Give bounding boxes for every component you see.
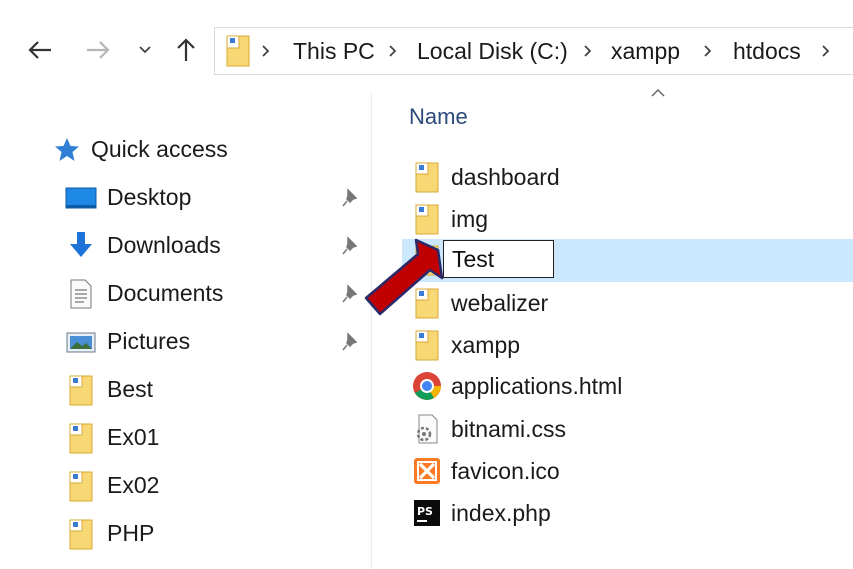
file-name: index.php bbox=[451, 500, 551, 526]
pin-icon[interactable] bbox=[340, 187, 362, 209]
breadcrumb-local-disk[interactable]: Local Disk (C:) bbox=[417, 28, 568, 74]
file-name: bitnami.css bbox=[451, 416, 567, 442]
pin-icon[interactable] bbox=[340, 331, 362, 353]
chevron-right-icon bbox=[389, 45, 397, 57]
pin-icon[interactable] bbox=[340, 283, 362, 305]
file-name: favicon.ico bbox=[451, 458, 560, 484]
recent-locations-button[interactable] bbox=[134, 32, 156, 68]
xampp-icon bbox=[414, 458, 440, 484]
file-name: applications.html bbox=[451, 373, 623, 399]
sidebar-item-downloads[interactable]: Downloads bbox=[64, 225, 364, 265]
file-row-applications-html[interactable]: applications.html bbox=[402, 365, 853, 407]
folder-icon bbox=[415, 162, 439, 193]
document-icon bbox=[70, 279, 92, 309]
sidebar-item-label: PHP bbox=[107, 519, 155, 546]
phpstorm-icon: PS bbox=[414, 500, 440, 526]
up-button[interactable] bbox=[170, 32, 202, 68]
sidebar-item-label: Desktop bbox=[107, 183, 192, 210]
chevron-right-icon bbox=[584, 45, 592, 57]
arrow-left-icon bbox=[28, 41, 51, 59]
file-row-dashboard[interactable]: dashboard bbox=[402, 156, 853, 198]
svg-text:PS: PS bbox=[417, 505, 433, 518]
sidebar-item-documents[interactable]: Documents bbox=[64, 273, 364, 313]
sidebar-quick-access[interactable]: Quick access bbox=[52, 129, 332, 169]
download-icon bbox=[70, 232, 92, 257]
column-header-name[interactable]: Name bbox=[409, 104, 468, 130]
sidebar-item-label: Ex02 bbox=[107, 471, 160, 498]
pin-icon[interactable] bbox=[340, 235, 362, 257]
breadcrumb-separator[interactable] bbox=[261, 28, 271, 74]
folder-icon bbox=[415, 204, 439, 235]
sidebar-item-ex02[interactable]: Ex02 bbox=[64, 465, 324, 505]
sidebar-item-php[interactable]: PHP bbox=[64, 513, 324, 553]
sidebar-item-desktop[interactable]: Desktop bbox=[64, 177, 364, 217]
breadcrumb-separator[interactable] bbox=[703, 28, 713, 74]
folder-icon bbox=[69, 519, 93, 550]
pane-divider[interactable] bbox=[371, 92, 372, 569]
sidebar-quick-access-label: Quick access bbox=[91, 135, 228, 162]
chevron-down-icon bbox=[139, 46, 151, 54]
css-file-icon bbox=[416, 414, 438, 444]
folder-icon bbox=[69, 471, 93, 502]
file-name: dashboard bbox=[451, 164, 560, 190]
file-row-favicon-ico[interactable]: favicon.ico bbox=[402, 450, 853, 492]
sidebar-item-label: Documents bbox=[107, 279, 224, 306]
breadcrumb-separator[interactable] bbox=[388, 28, 398, 74]
back-button[interactable] bbox=[22, 32, 58, 68]
file-row-xampp[interactable]: xampp bbox=[402, 324, 853, 366]
sidebar-item-best[interactable]: Best bbox=[64, 369, 324, 409]
sidebar-item-label: Pictures bbox=[107, 327, 191, 354]
desktop-icon bbox=[65, 187, 97, 209]
forward-button[interactable] bbox=[80, 32, 116, 68]
chevron-right-icon bbox=[262, 45, 270, 57]
breadcrumb-this-pc[interactable]: This PC bbox=[293, 28, 375, 74]
star-icon bbox=[55, 138, 79, 161]
breadcrumb-separator[interactable] bbox=[821, 28, 831, 74]
file-name: img bbox=[451, 206, 489, 232]
file-name: webalizer bbox=[451, 290, 549, 316]
folder-icon bbox=[415, 330, 439, 361]
file-row-bitnami-css[interactable]: bitnami.css bbox=[402, 408, 853, 450]
breadcrumb-separator[interactable] bbox=[583, 28, 593, 74]
chrome-icon bbox=[413, 372, 441, 400]
file-name: xampp bbox=[451, 332, 521, 358]
arrow-right-icon bbox=[87, 41, 110, 59]
breadcrumb-xampp[interactable]: xampp bbox=[611, 28, 680, 74]
sidebar-item-pictures[interactable]: Pictures bbox=[64, 321, 364, 361]
folder-icon bbox=[226, 35, 250, 67]
address-bar[interactable]: This PC Local Disk (C:) xampp htdocs bbox=[214, 27, 853, 75]
file-row-img[interactable]: img bbox=[402, 198, 853, 240]
annotation-arrow-icon bbox=[364, 238, 444, 316]
file-row-index-php[interactable]: PS index.php bbox=[402, 492, 853, 534]
file-row-webalizer[interactable]: webalizer bbox=[402, 282, 853, 324]
folder-icon bbox=[69, 423, 93, 454]
sidebar-item-ex01[interactable]: Ex01 bbox=[64, 417, 324, 457]
sidebar-item-label: Downloads bbox=[107, 231, 221, 258]
sidebar-item-label: Ex01 bbox=[107, 423, 160, 450]
sort-ascending-icon bbox=[651, 88, 665, 97]
rename-input[interactable]: Test bbox=[443, 240, 554, 278]
chevron-right-icon bbox=[704, 45, 712, 57]
folder-icon bbox=[69, 375, 93, 406]
sidebar-item-label: Best bbox=[107, 375, 154, 402]
chevron-right-icon bbox=[822, 45, 830, 57]
arrow-up-icon bbox=[177, 38, 195, 61]
pictures-icon bbox=[66, 332, 96, 353]
breadcrumb-htdocs[interactable]: htdocs bbox=[733, 28, 801, 74]
